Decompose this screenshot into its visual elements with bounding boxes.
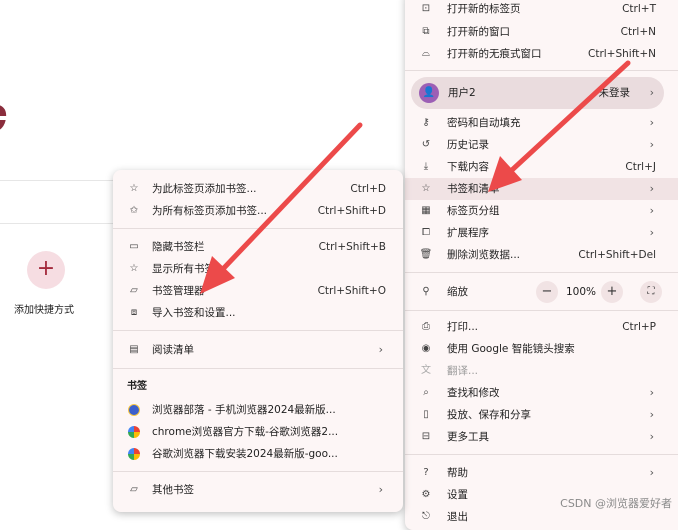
file-share-icon: ▯ <box>423 409 429 420</box>
menu-item-incognito[interactable]: ⌓ 打开新的无痕式窗口 Ctrl+Shift+N <box>405 43 678 65</box>
star-plus-icon: ✩ <box>129 205 139 216</box>
submenu-item-other-bookmarks[interactable]: ▱ 其他书签 › <box>113 479 403 501</box>
menu-item-new-window[interactable]: ⧉ 打开新的窗口 Ctrl+N <box>405 21 678 43</box>
import-icon: ⧈ <box>130 307 138 318</box>
menu-item-passwords[interactable]: ⚷ 密码和自动填充 › <box>405 112 678 134</box>
fullscreen-icon[interactable]: ⛶ <box>640 281 662 303</box>
key-icon: ⚷ <box>422 117 430 128</box>
menu-divider <box>113 471 403 472</box>
star-icon: ☆ <box>129 183 139 194</box>
chevron-right-icon: › <box>649 138 654 151</box>
zoom-in-button[interactable]: + <box>601 281 623 303</box>
menu-divider <box>113 330 403 331</box>
incognito-icon: ⌓ <box>422 48 430 59</box>
submenu-item-show-all-bookmarks[interactable]: ☆ 显示所有书签 <box>113 258 403 280</box>
submenu-item-bookmark-manager[interactable]: ▱ 书签管理器 Ctrl+Shift+O <box>113 280 403 302</box>
chevron-right-icon: › <box>649 386 654 399</box>
history-icon: ↺ <box>421 139 431 150</box>
menu-item-find-edit[interactable]: ⌕ 查找和修改 › <box>405 382 678 404</box>
submenu-item-bookmark-tab[interactable]: ☆ 为此标签页添加书签... Ctrl+D <box>113 178 403 200</box>
download-icon: ⤓ <box>423 161 429 172</box>
star-icon: ☆ <box>421 183 431 194</box>
profile-avatar-icon: 👤 <box>419 83 439 103</box>
bookmarks-bar-icon: ▭ <box>129 241 139 252</box>
search-box-fragment[interactable] <box>0 180 120 224</box>
menu-item-cast-save-share[interactable]: ▯ 投放、保存和分享 › <box>405 404 678 426</box>
translate-icon: 文 <box>421 365 431 376</box>
lens-icon: ◉ <box>421 343 431 354</box>
bookmark-item[interactable]: 浏览器部落 - 手机浏览器2024最新版... <box>113 399 403 421</box>
chevron-right-icon: › <box>649 87 654 99</box>
zoom-level: 100% <box>566 286 597 298</box>
gear-icon: ⚙ <box>421 489 431 500</box>
new-window-icon: ⧉ <box>422 26 430 37</box>
exit-icon: ⎋ <box>422 511 430 522</box>
menu-item-print[interactable]: ⎙ 打印... Ctrl+P <box>405 316 678 338</box>
bookmark-item[interactable]: chrome浏览器官方下载-谷歌浏览器2... <box>113 421 403 443</box>
menu-divider <box>405 70 678 71</box>
reading-list-icon: ▤ <box>129 344 139 355</box>
new-tab-icon: ⊡ <box>421 3 431 14</box>
chevron-right-icon: › <box>649 226 654 239</box>
chevron-right-icon: › <box>649 116 654 129</box>
google-logo-fragment <box>0 98 20 138</box>
help-icon: ? <box>423 467 429 478</box>
menu-divider <box>405 454 678 455</box>
watermark: CSDN @浏览器爱好者 <box>560 497 672 510</box>
submenu-item-bookmark-all-tabs[interactable]: ✩ 为所有标签页添加书签... Ctrl+Shift+D <box>113 200 403 222</box>
menu-item-clear-data[interactable]: 🗑 删除浏览数据... Ctrl+Shift+Del <box>405 244 678 266</box>
chevron-right-icon: › <box>378 343 383 356</box>
menu-item-extensions[interactable]: ⧠ 扩展程序 › <box>405 222 678 244</box>
menu-divider <box>113 228 403 229</box>
menu-item-translate[interactable]: 文 翻译... <box>405 360 678 382</box>
add-shortcut-button[interactable]: + <box>27 251 65 289</box>
bookmark-item[interactable]: 谷歌浏览器下载安装2024最新版-goo... <box>113 443 403 465</box>
toolbox-icon: ⊟ <box>421 431 431 442</box>
chevron-right-icon: › <box>649 408 654 421</box>
menu-item-help[interactable]: ? 帮助 › <box>405 462 678 484</box>
menu-item-bookmarks-and-lists[interactable]: ☆ 书签和清单 › <box>405 178 678 200</box>
menu-item-more-tools[interactable]: ⊟ 更多工具 › <box>405 426 678 448</box>
menu-divider <box>113 368 403 369</box>
trash-icon: 🗑 <box>419 249 433 260</box>
find-icon: ⌕ <box>423 387 429 398</box>
menu-item-tab-groups[interactable]: ▦ 标签页分组 › <box>405 200 678 222</box>
chevron-right-icon: › <box>378 483 383 496</box>
menu-divider <box>405 310 678 311</box>
google-logo-icon <box>128 426 140 438</box>
profile-row[interactable]: 👤 用户2 未登录 › <box>411 77 664 109</box>
chevron-right-icon: › <box>649 430 654 443</box>
submenu-item-hide-bookmarks-bar[interactable]: ▭ 隐藏书签栏 Ctrl+Shift+B <box>113 236 403 258</box>
tab-groups-icon: ▦ <box>421 205 431 216</box>
submenu-item-reading-list[interactable]: ▤ 阅读清单 › <box>113 339 403 361</box>
extension-icon: ⧠ <box>422 227 430 238</box>
chevron-right-icon: › <box>649 182 654 195</box>
zoom-icon: ⚲ <box>422 286 430 297</box>
google-logo-icon <box>128 448 140 460</box>
menu-item-history[interactable]: ↺ 历史记录 › <box>405 134 678 156</box>
bookmarks-submenu: ☆ 为此标签页添加书签... Ctrl+D ✩ 为所有标签页添加书签... Ct… <box>113 170 403 512</box>
chrome-main-menu: ⊡ 打开新的标签页 Ctrl+T ⧉ 打开新的窗口 Ctrl+N ⌓ 打开新的无… <box>405 0 678 530</box>
submenu-item-import-bookmarks[interactable]: ⧈ 导入书签和设置... <box>113 302 403 324</box>
menu-item-google-lens[interactable]: ◉ 使用 Google 智能镜头搜索 <box>405 338 678 360</box>
folder-icon: ▱ <box>130 484 138 495</box>
chevron-right-icon: › <box>649 466 654 479</box>
zoom-out-button[interactable]: − <box>536 281 558 303</box>
browser-logo-icon <box>128 404 140 416</box>
bookmarks-section-title: 书签 <box>127 381 147 392</box>
folder-icon: ▱ <box>130 285 138 296</box>
chevron-right-icon: › <box>649 204 654 217</box>
menu-item-downloads[interactable]: ⤓ 下载内容 Ctrl+J <box>405 156 678 178</box>
menu-item-new-tab[interactable]: ⊡ 打开新的标签页 Ctrl+T <box>405 0 678 20</box>
menu-divider <box>405 272 678 273</box>
printer-icon: ⎙ <box>422 321 430 332</box>
star-icon: ☆ <box>129 263 139 274</box>
add-shortcut-label: 添加快捷方式 <box>14 305 74 316</box>
